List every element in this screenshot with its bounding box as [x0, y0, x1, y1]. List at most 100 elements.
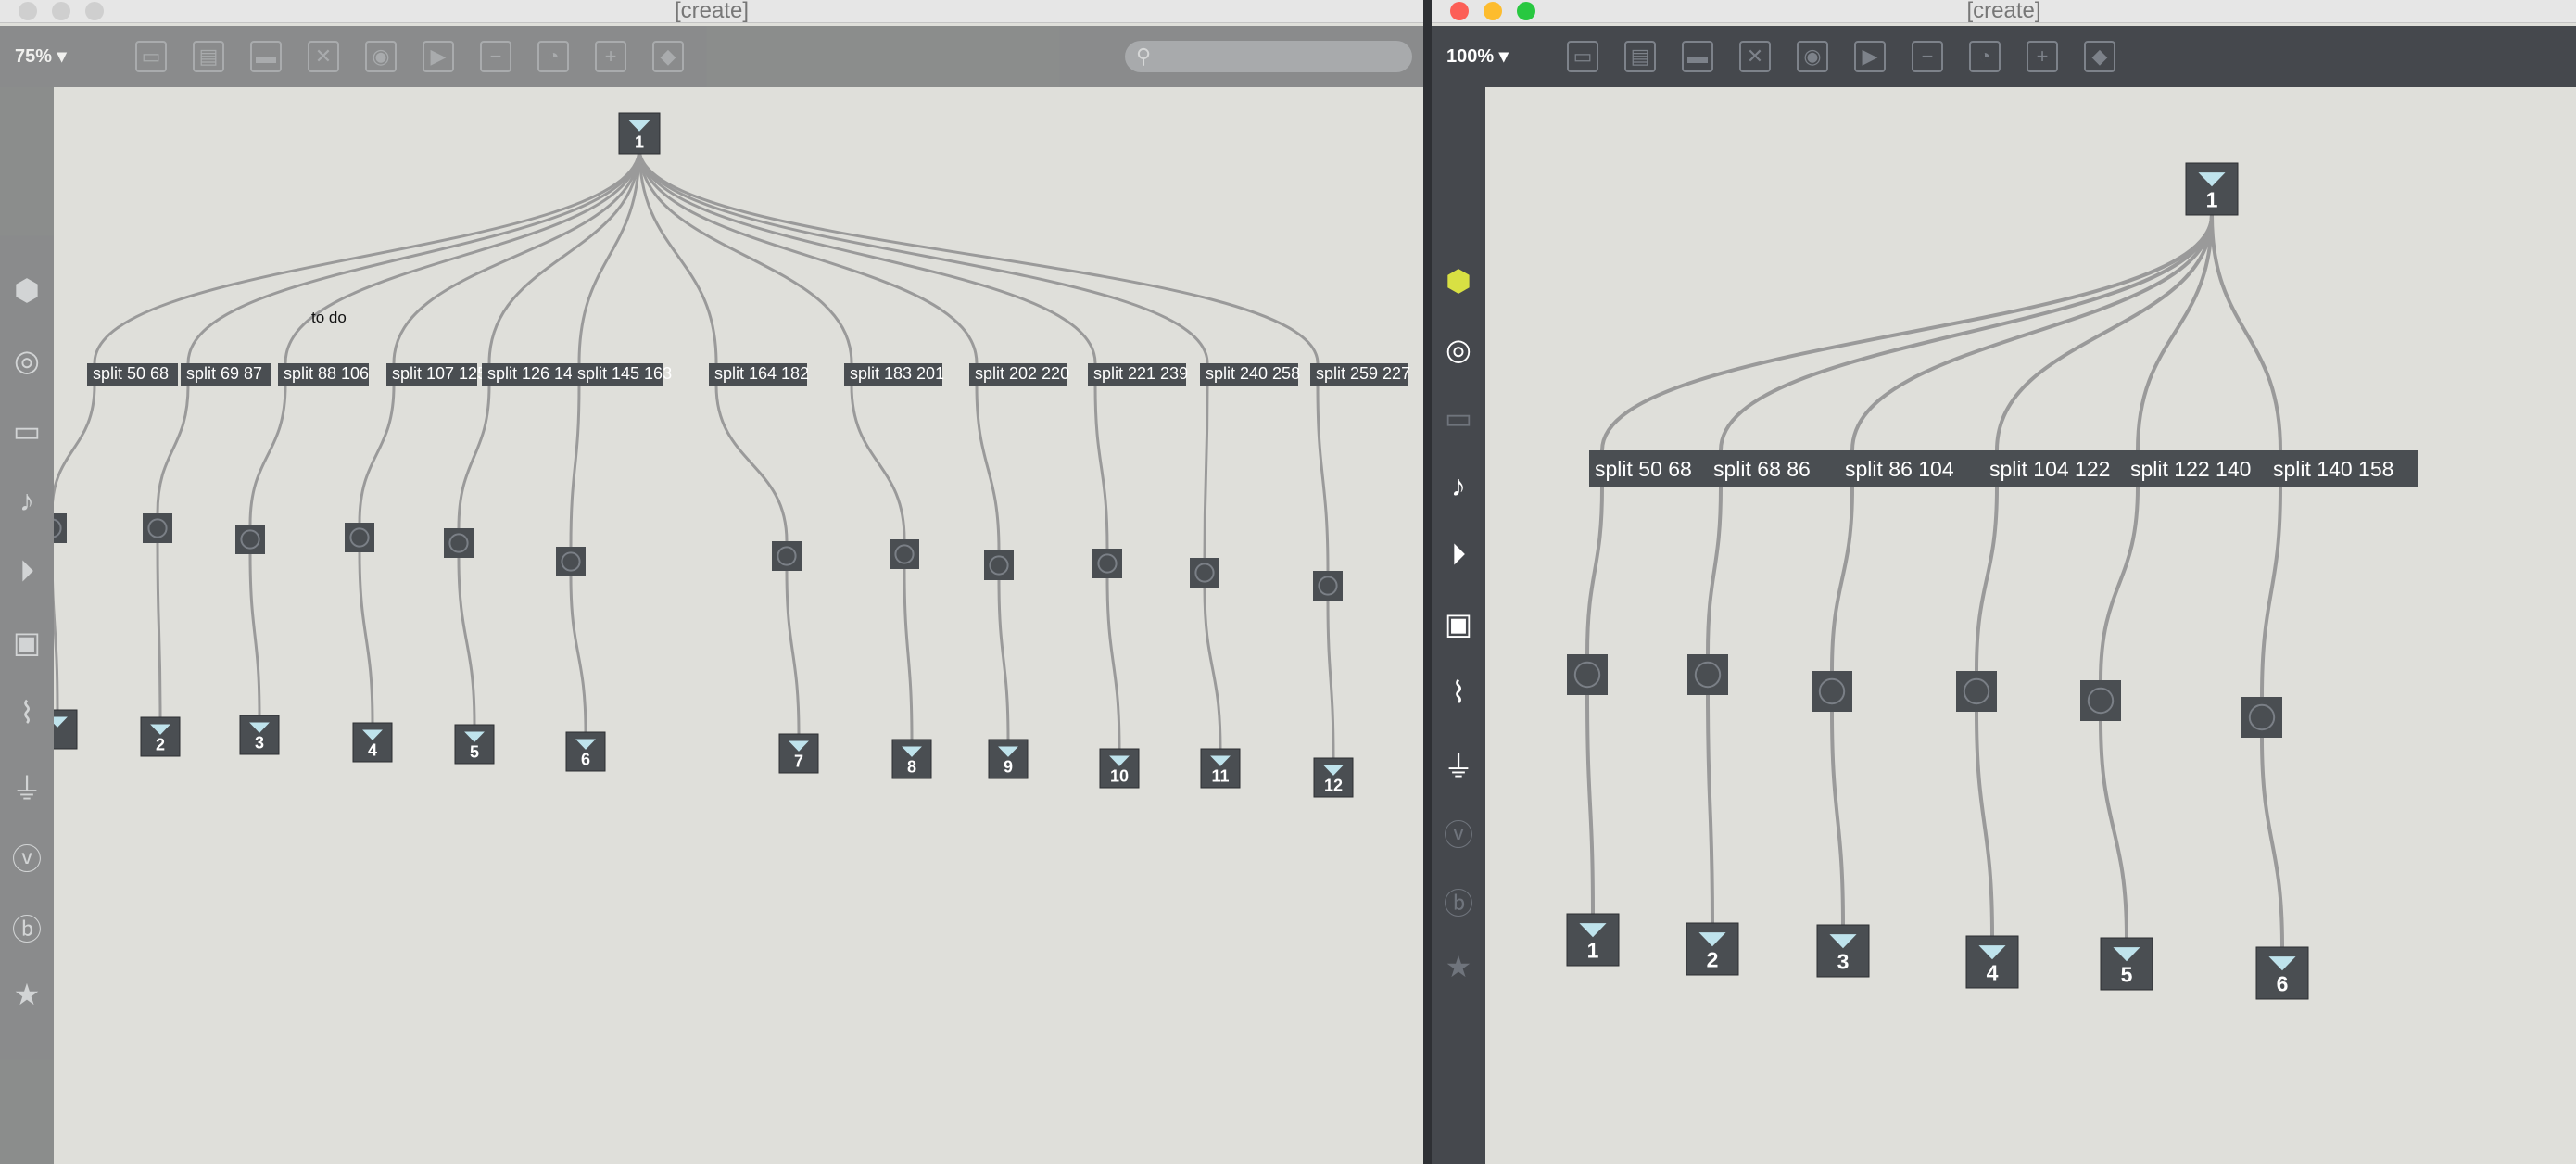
media-icon[interactable]: ▶ [423, 41, 454, 72]
outlet-object[interactable]: 2 [140, 716, 181, 757]
split-object[interactable]: split 145 163 [572, 363, 672, 386]
close-box-icon[interactable]: ✕ [1739, 41, 1771, 72]
left-patch-canvas[interactable]: split 50 68 split 69 87 split 88 106 split … [54, 87, 1423, 1164]
playback-icon[interactable]: ⏵ [0, 554, 54, 589]
outlet-object[interactable]: 2 [1686, 922, 1739, 976]
outlet-object[interactable]: 6 [565, 731, 606, 772]
media-icon[interactable]: ▶ [1854, 41, 1886, 72]
split-object[interactable]: split 259 227 [1310, 363, 1410, 386]
vimeo-icon[interactable]: ⓥ [1432, 812, 1485, 854]
split-object[interactable]: split 69 87 [181, 363, 271, 386]
split-object[interactable]: split 50 68 [87, 363, 178, 386]
right-patch-canvas[interactable]: split 50 68 split 68 86 split 86 104 split … [1485, 87, 2576, 1164]
playback-icon[interactable]: ⏵ [1432, 538, 1485, 573]
outlet-object[interactable]: 12 [1313, 757, 1354, 798]
close-box-icon[interactable]: ✕ [308, 41, 339, 72]
split-object[interactable]: split 86 104 [1839, 450, 1984, 487]
minus-icon[interactable]: − [480, 41, 511, 72]
image-icon[interactable]: ▣ [0, 625, 54, 660]
split-object[interactable]: split 88 106 [278, 363, 369, 386]
outlet-object[interactable]: 4 [352, 722, 393, 763]
outlet-object[interactable]: 11 [1200, 748, 1241, 789]
b-icon[interactable]: ⓑ [1432, 880, 1485, 923]
bang-button[interactable] [54, 513, 67, 543]
outlet-object[interactable]: 7 [778, 733, 819, 774]
comment-icon[interactable]: ▬ [1682, 41, 1713, 72]
split-object[interactable]: split 164 182 [709, 363, 809, 386]
comment-text[interactable]: to do [311, 309, 347, 326]
paperclip-icon[interactable]: ⌇ [1432, 675, 1485, 710]
bang-button[interactable] [1567, 654, 1608, 695]
presentation-icon[interactable]: ▭ [135, 41, 167, 72]
minus-icon[interactable]: − [1912, 41, 1943, 72]
outlet-object[interactable]: 1 [1566, 913, 1620, 967]
bang-button[interactable] [143, 513, 172, 543]
bang-button[interactable] [2080, 680, 2121, 721]
zoom-menu[interactable]: 100% ▾ [1446, 44, 1509, 68]
split-object[interactable]: split 50 68 [1589, 450, 1708, 487]
outlet-object[interactable]: 3 [239, 715, 280, 755]
music-note-icon[interactable]: ♪ [1432, 469, 1485, 503]
split-object[interactable]: split 122 140 [2125, 450, 2267, 487]
split-object[interactable]: split 202 220 [969, 363, 1069, 386]
presentation-icon[interactable]: ▭ [1567, 41, 1598, 72]
video-icon[interactable]: ▭ [0, 413, 54, 449]
patcher-icon[interactable]: ▤ [193, 41, 224, 72]
target-icon[interactable]: ◎ [0, 343, 54, 378]
outlet-object[interactable]: 9 [988, 739, 1029, 779]
split-object[interactable]: split 126 144 [482, 363, 582, 386]
comment-icon[interactable]: ▬ [250, 41, 282, 72]
gauge-icon[interactable]: ◔ [1969, 41, 2001, 72]
vimeo-icon[interactable]: ⓥ [0, 836, 54, 879]
star-icon[interactable]: ★ [1432, 949, 1485, 984]
bang-button[interactable] [1687, 654, 1728, 695]
bang-button[interactable] [1956, 671, 1997, 712]
gauge-icon[interactable]: ◔ [537, 41, 569, 72]
bang-button[interactable] [890, 539, 919, 569]
paint-bucket-icon[interactable]: ◆ [652, 41, 684, 72]
paperclip-icon[interactable]: ⌇ [0, 695, 54, 730]
bang-button[interactable] [235, 525, 265, 554]
split-object[interactable]: split 221 239 [1088, 363, 1188, 386]
plus-icon[interactable]: + [595, 41, 626, 72]
b-icon[interactable]: ⓑ [0, 906, 54, 949]
split-object[interactable]: split 68 86 [1708, 450, 1839, 487]
bang-button[interactable] [2241, 697, 2282, 738]
video-icon[interactable]: ▭ [1432, 400, 1485, 436]
outlet-object[interactable]: 5 [2100, 937, 2153, 991]
split-object[interactable]: split 183 201 [844, 363, 944, 386]
inlet-object[interactable]: 1 [2185, 162, 2239, 216]
bang-button[interactable] [1313, 571, 1343, 601]
search-field[interactable]: ⚲ [1125, 41, 1412, 72]
plus-icon[interactable]: + [2027, 41, 2058, 72]
split-object[interactable]: split 107 125 [386, 363, 486, 386]
inlet-object[interactable]: 1 [618, 112, 661, 155]
target-icon[interactable]: ◎ [1432, 332, 1485, 367]
object-box-icon[interactable]: ◉ [1797, 41, 1828, 72]
outlet-object[interactable]: 10 [1099, 748, 1140, 789]
cube-icon[interactable]: ⬢ [0, 272, 54, 308]
outlet-object[interactable]: 8 [891, 739, 932, 779]
bang-button[interactable] [1092, 549, 1122, 578]
image-icon[interactable]: ▣ [1432, 606, 1485, 641]
bang-button[interactable] [345, 523, 374, 552]
split-object[interactable]: split 104 122 [1984, 450, 2125, 487]
bang-button[interactable] [984, 550, 1014, 580]
outlet-object[interactable]: 5 [454, 724, 495, 765]
plug-icon[interactable]: ⏚ [1432, 743, 1485, 786]
plug-icon[interactable]: ⏚ [0, 765, 54, 808]
outlet-object[interactable] [54, 709, 78, 750]
bang-button[interactable] [444, 528, 474, 558]
bang-button[interactable] [772, 541, 802, 571]
bang-button[interactable] [1190, 558, 1219, 588]
split-object[interactable]: split 140 158 [2267, 450, 2418, 487]
cube-icon[interactable]: ⬢ [1432, 263, 1485, 298]
music-note-icon[interactable]: ♪ [0, 484, 54, 518]
zoom-menu[interactable]: 75% ▾ [15, 44, 67, 68]
paint-bucket-icon[interactable]: ◆ [2084, 41, 2115, 72]
outlet-object[interactable]: 6 [2255, 946, 2309, 1000]
patcher-icon[interactable]: ▤ [1624, 41, 1656, 72]
outlet-object[interactable]: 3 [1816, 924, 1870, 978]
bang-button[interactable] [1812, 671, 1852, 712]
bang-button[interactable] [556, 547, 586, 576]
